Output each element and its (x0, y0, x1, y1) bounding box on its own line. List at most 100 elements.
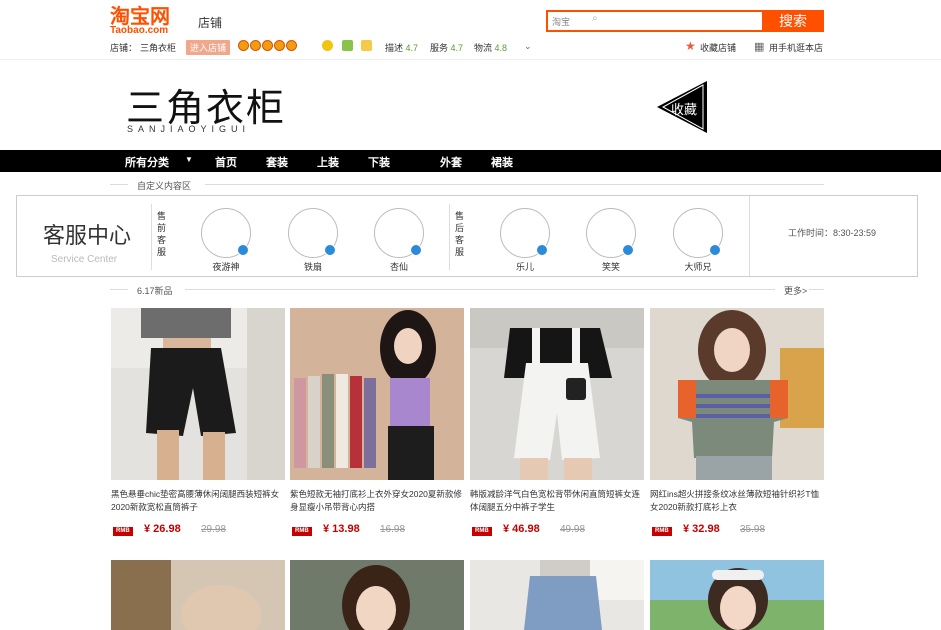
service-title: 客服中心 (43, 224, 132, 249)
chevron-down-icon: ▼ (185, 155, 193, 164)
product-old-price: 29.98 (201, 524, 227, 535)
top-bar: 淘宝网 Taobao.com 店铺 淘宝 ⌕ 搜索 店铺： 三角衣柜 进入店铺 … (0, 0, 941, 60)
nav-bottoms[interactable]: 下装 (368, 154, 390, 170)
search-button[interactable]: 搜索 (762, 10, 824, 32)
crown-icon (238, 40, 249, 51)
collect-label: 收藏 (671, 103, 698, 118)
qrcode-icon: ▦ (754, 41, 765, 53)
chat-icon[interactable] (410, 244, 422, 256)
crown-icon (274, 40, 285, 51)
more-link[interactable]: 更多> (784, 284, 807, 297)
enter-shop-button[interactable]: 进入店铺 (186, 40, 231, 55)
agent-aftersale-3[interactable]: 大师兄 (668, 198, 728, 272)
agent-presale-2[interactable]: 铁扇 (283, 198, 343, 272)
chat-icon[interactable] (324, 244, 336, 256)
product-title[interactable]: 网红ins超火拼接条纹冰丝薄款短袖针织衫T恤女2020新款打底衫上衣 (650, 488, 824, 516)
chat-icon[interactable] (237, 244, 249, 256)
crown-icon (250, 40, 261, 51)
rating-service-value: 4.7 (450, 43, 464, 53)
crown-rating-icons (238, 40, 298, 53)
nav-dresses[interactable]: 裙装 (491, 154, 513, 170)
quality-badge-icon[interactable] (361, 40, 373, 51)
shop-label: 店铺 (198, 16, 223, 30)
agent-name: 夜游神 (212, 262, 240, 272)
agent-name: 杏仙 (389, 262, 408, 272)
product-price: ¥ 46.98 (503, 523, 540, 535)
search-bar: 淘宝 ⌕ 搜索 (546, 10, 824, 32)
chat-icon[interactable] (709, 244, 721, 256)
divider (110, 289, 128, 290)
rating-service: 服务 4.7 (430, 41, 463, 54)
product-title[interactable]: 韩版减龄洋气白色宽松背带休闲直筒短裤女连体阔腿五分中裤子学生 (470, 488, 644, 516)
presale-label: 售前客服 (157, 211, 167, 257)
new-section-title: 6.17新品 (137, 286, 173, 296)
shop-name[interactable]: 三角衣柜 (140, 41, 176, 54)
rating-desc-value: 4.7 (405, 43, 419, 53)
product-image[interactable] (470, 308, 644, 480)
agent-presale-3[interactable]: 杏仙 (369, 198, 429, 272)
rmb-badge: RMB (652, 527, 672, 536)
agent-presale-1[interactable]: 夜游神 (196, 198, 256, 272)
agent-name: 铁扇 (303, 262, 322, 272)
product-image[interactable] (111, 560, 285, 630)
favorite-shop-link[interactable]: 收藏店铺 (700, 41, 736, 54)
product-title[interactable]: 紫色短款无袖打底衫上衣外穿女2020夏新款修身显瘦小吊带背心内搭 (290, 488, 464, 516)
rating-desc: 描述 4.7 (385, 41, 418, 54)
search-input[interactable] (604, 13, 754, 29)
product-image[interactable] (290, 308, 464, 480)
rating-service-label: 服务 (430, 43, 449, 53)
crown-icon (286, 40, 297, 51)
rating-desc-label: 描述 (385, 43, 404, 53)
divider (205, 184, 824, 185)
product-image[interactable] (290, 560, 464, 630)
rmb-badge: RMB (472, 527, 492, 536)
chat-icon[interactable] (622, 244, 634, 256)
agent-name: 乐儿 (515, 262, 534, 272)
guarantee-badge-icon[interactable] (341, 40, 353, 51)
search-icon: ⌕ (592, 13, 598, 24)
nav-all-categories[interactable]: 所有分类 (125, 154, 169, 170)
rating-logistics-value: 4.8 (494, 43, 508, 53)
rmb-badge: RMB (292, 527, 312, 536)
product-image[interactable] (650, 560, 824, 630)
service-badges (322, 40, 373, 53)
product-old-price: 16.98 (380, 524, 406, 535)
nav-home[interactable]: 首页 (215, 154, 237, 170)
divider (151, 204, 152, 270)
agent-aftersale-1[interactable]: 乐儿 (495, 198, 555, 272)
product-image[interactable] (650, 308, 824, 480)
nav-sets[interactable]: 套装 (266, 154, 288, 170)
product-price: ¥ 32.98 (683, 523, 720, 535)
search-scope[interactable]: 淘宝 (552, 15, 570, 28)
crown-icon (262, 40, 273, 51)
agent-name: 笑笑 (601, 262, 620, 272)
taobao-logo[interactable]: 淘宝网 Taobao.com (110, 6, 180, 36)
product-title[interactable]: 黑色悬垂chic垫密高腰薄休闲阔腿西装短裤女2020新款宽松直筒裤子 (111, 488, 285, 516)
nav-outerwear[interactable]: 外套 (440, 154, 462, 170)
divider (110, 184, 128, 185)
person-badge-icon[interactable] (322, 40, 333, 51)
shop-info-bar: 店铺： 三角衣柜 进入店铺 描述 4.7 服务 4.7 物流 4.8 ⌄ ★ 收… (110, 39, 830, 55)
product-image[interactable] (470, 560, 644, 630)
nav-tops[interactable]: 上装 (317, 154, 339, 170)
product-price: ¥ 26.98 (144, 523, 181, 535)
product-old-price: 49.98 (560, 524, 586, 535)
divider (185, 289, 775, 290)
chevron-down-icon[interactable]: ⌄ (524, 41, 532, 52)
product-card[interactable]: 韩版减龄洋气白色宽松背带休闲直筒短裤女连体阔腿五分中裤子学生 RMB ¥ 46.… (470, 308, 644, 540)
service-subtitle: Service Center (51, 254, 118, 265)
rating-logistics-label: 物流 (474, 43, 493, 53)
mobile-shop-link[interactable]: 用手机逛本店 (769, 41, 823, 54)
product-card[interactable]: 黑色悬垂chic垫密高腰薄休闲阔腿西装短裤女2020新款宽松直筒裤子 RMB ¥… (111, 308, 285, 540)
agent-aftersale-2[interactable]: 笑笑 (581, 198, 641, 272)
chat-icon[interactable] (536, 244, 548, 256)
divider (749, 196, 750, 276)
product-image[interactable] (111, 308, 285, 480)
rating-logistics: 物流 4.8 (474, 41, 507, 54)
product-card[interactable]: 网红ins超火拼接条纹冰丝薄款短袖针织衫T恤女2020新款打底衫上衣 RMB ¥… (650, 308, 824, 540)
shop-banner: 三角衣柜 SANJIAOYIGUI 收藏 (0, 61, 941, 149)
shop-nav: 所有分类 ▼ 首页 套装 上装 下装 外套 裙装 (0, 150, 941, 172)
product-card[interactable]: 紫色短款无袖打底衫上衣外穿女2020夏新款修身显瘦小吊带背心内搭 RMB ¥ 1… (290, 308, 464, 540)
collect-button[interactable]: 收藏 (657, 81, 707, 133)
custom-section-title: 自定义内容区 (137, 181, 192, 191)
